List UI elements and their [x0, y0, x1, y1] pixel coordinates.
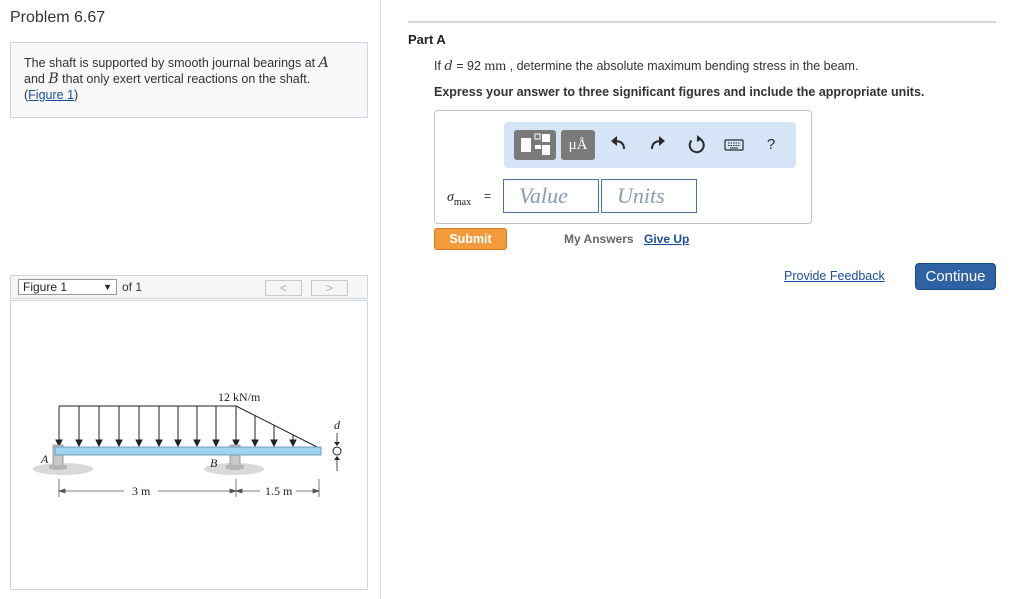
- help-button[interactable]: ?: [760, 133, 782, 157]
- undo-icon[interactable]: [608, 133, 630, 157]
- statement-text: The shaft is supported by smooth journal…: [24, 56, 319, 70]
- divider: [408, 21, 996, 23]
- load-arrows: [55, 406, 297, 448]
- shaft: [54, 446, 322, 456]
- bearing-b-base: [226, 465, 244, 469]
- provide-feedback-link[interactable]: Provide Feedback: [784, 269, 885, 283]
- figure-link[interactable]: Figure 1: [28, 88, 74, 102]
- figure-nav-bar: Figure 1 ▼ of 1 < >: [10, 275, 368, 299]
- var-b: B: [48, 71, 59, 87]
- prev-figure-button[interactable]: <: [265, 280, 302, 296]
- math-toolbar: μÅ ?: [504, 122, 796, 168]
- redo-icon[interactable]: [646, 133, 668, 157]
- sigma-max-label: σmax: [447, 190, 471, 208]
- answer-box: μÅ ? σmax = Value Units: [434, 110, 812, 224]
- give-up-link[interactable]: Give Up: [644, 232, 689, 246]
- my-answers-link[interactable]: My Answers: [564, 232, 634, 246]
- problem-statement: The shaft is supported by smooth journal…: [10, 42, 368, 118]
- figure-link-paren: ): [74, 88, 79, 102]
- question-unit: mm: [484, 59, 507, 74]
- question-eq: = 92: [452, 59, 485, 73]
- reset-icon[interactable]: [685, 133, 707, 157]
- load-label: 12 kN/m: [218, 390, 261, 404]
- instructions: Express your answer to three significant…: [434, 85, 925, 99]
- sigma-symbol: σ: [447, 190, 454, 205]
- chevron-down-icon: ▼: [103, 282, 112, 292]
- beam-figure: 12 kN/m d A B 3 m 1.5 m: [33, 390, 342, 498]
- load-slope-line: [235, 405, 320, 449]
- label-b: B: [210, 456, 218, 470]
- templates-button[interactable]: [514, 130, 556, 160]
- figure-frame: 12 kN/m d A B 3 m 1.5 m: [10, 300, 368, 590]
- continue-button[interactable]: Continue: [915, 263, 996, 290]
- left-panel: Problem 6.67 The shaft is supported by s…: [0, 0, 381, 599]
- sigma-subscript: max: [453, 196, 472, 208]
- bearing-a-base: [49, 465, 67, 469]
- question-post: , determine the absolute maximum bending…: [506, 59, 859, 73]
- keyboard-icon[interactable]: [723, 133, 745, 157]
- right-panel: Part A If d = 92 mm , determine the abso…: [382, 0, 1016, 599]
- label-d: d: [334, 418, 341, 432]
- next-figure-button[interactable]: >: [311, 280, 348, 296]
- value-input[interactable]: Value: [503, 179, 599, 213]
- dimension-3m: 3 m: [132, 484, 151, 498]
- figure-select-value: Figure 1: [23, 280, 68, 294]
- var-a: A: [318, 55, 329, 71]
- question-pre: If: [434, 59, 445, 73]
- statement-text: that only exert vertical reactions on th…: [58, 72, 311, 86]
- problem-title: Problem 6.67: [10, 9, 106, 26]
- equals-sign: =: [484, 189, 492, 203]
- statement-text: and: [24, 72, 49, 86]
- question-text: If d = 92 mm , determine the absolute ma…: [434, 59, 858, 75]
- label-a: A: [40, 452, 49, 466]
- templates-icon: [521, 133, 550, 155]
- units-input[interactable]: Units: [601, 179, 697, 213]
- submit-button[interactable]: Submit: [434, 228, 507, 250]
- part-title: Part A: [408, 32, 446, 47]
- units-button[interactable]: μÅ: [561, 130, 595, 160]
- figure-select[interactable]: Figure 1 ▼: [18, 279, 117, 295]
- cross-section-circle: [332, 446, 342, 456]
- dimension-1-5m: 1.5 m: [265, 484, 293, 498]
- figure-count: of 1: [122, 280, 143, 294]
- question-var: d: [444, 59, 453, 74]
